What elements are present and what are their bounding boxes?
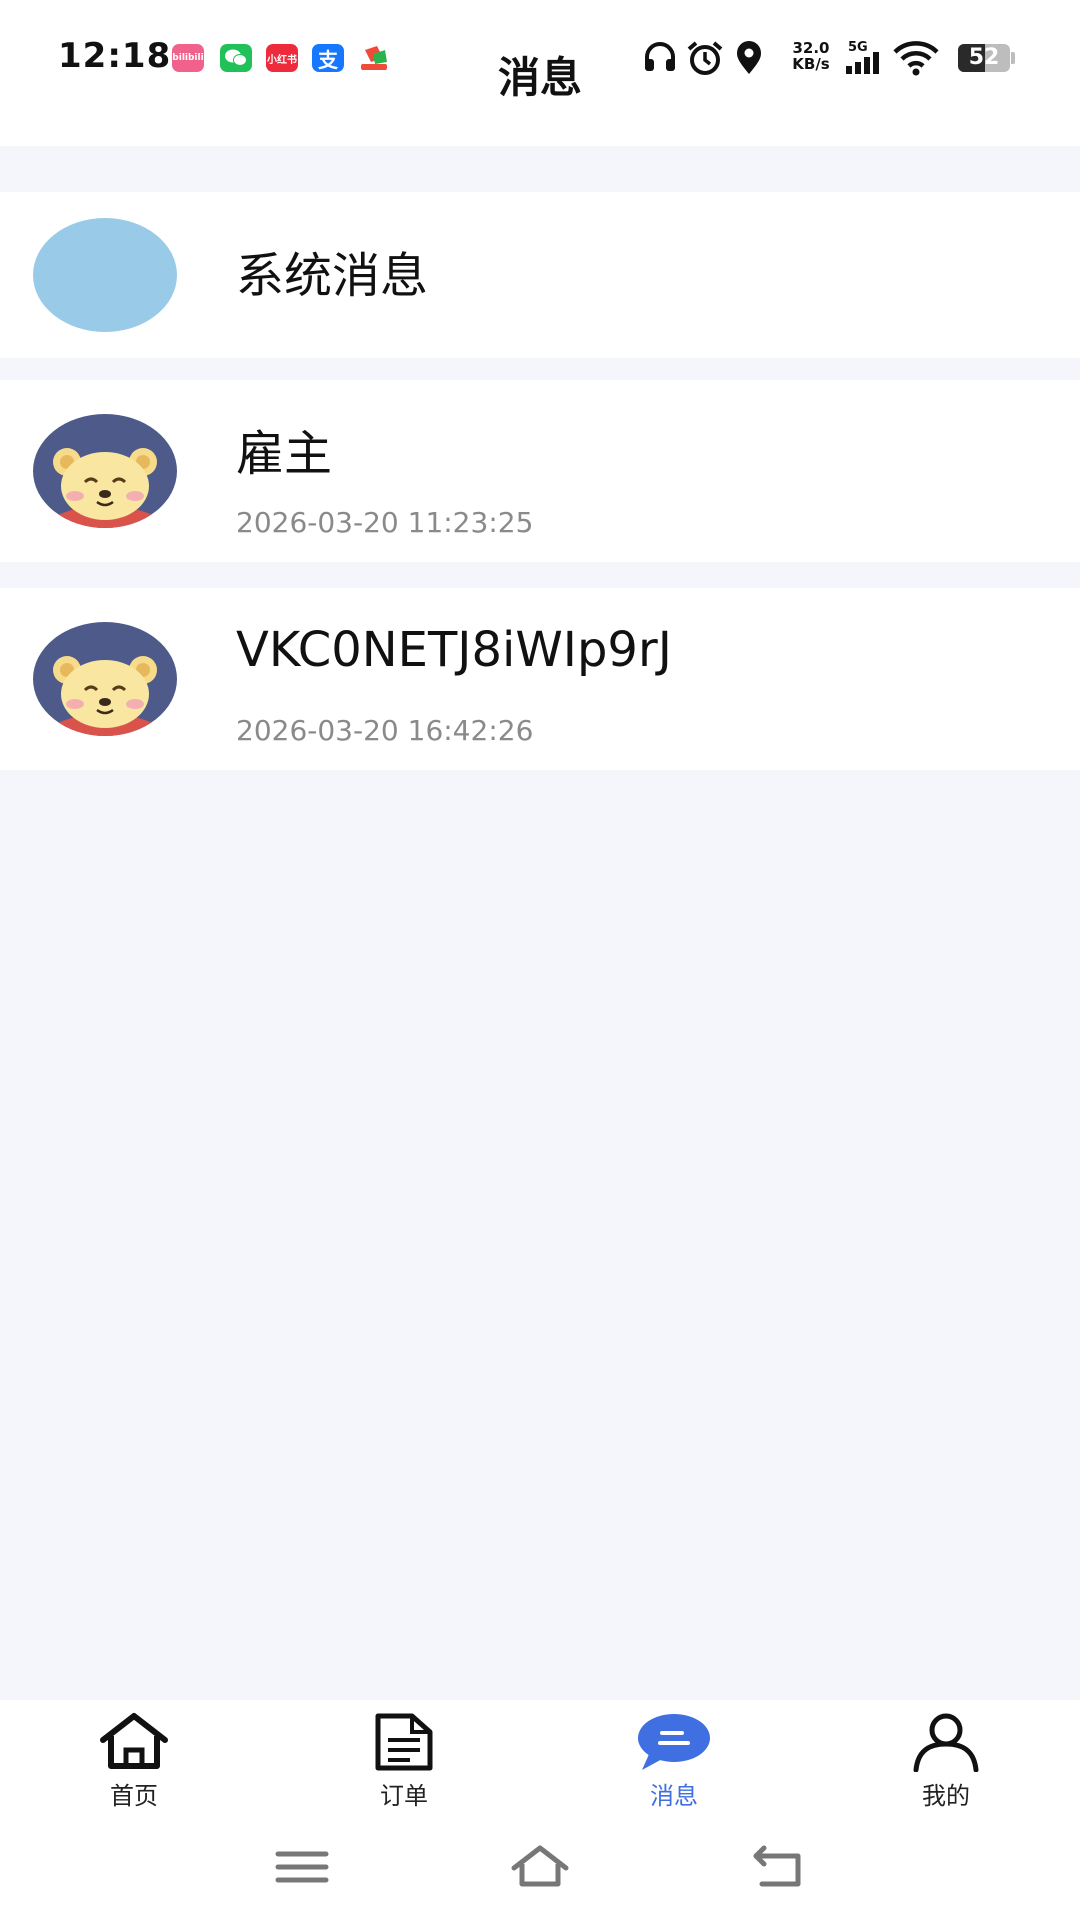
message-title: VKC0NETJ8iWIp9rJ (236, 622, 672, 678)
tab-label: 消息 (650, 1782, 698, 1810)
message-title: 系统消息 (236, 248, 429, 304)
person-icon (913, 1713, 979, 1772)
back-icon[interactable] (750, 1842, 810, 1892)
menu-icon[interactable] (272, 1842, 332, 1892)
bear-avatar (33, 622, 177, 736)
message-time: 2026-03-20 11:23:25 (236, 506, 534, 539)
alarm-icon (687, 41, 723, 75)
message-item-system[interactable]: 系统消息 (0, 192, 1080, 358)
headphones-icon (645, 42, 675, 71)
home-outline-icon[interactable] (510, 1842, 570, 1892)
document-icon (375, 1713, 433, 1771)
chat-bubble-icon (638, 1714, 710, 1770)
tab-messages[interactable]: 消息 (584, 1700, 764, 1810)
tab-orders[interactable]: 订单 (314, 1700, 494, 1810)
system-avatar (33, 218, 177, 332)
tab-label: 订单 (380, 1782, 428, 1810)
message-item[interactable]: VKC0NETJ8iWIp9rJ 2026-03-20 16:42:26 (0, 588, 1080, 770)
tab-home[interactable]: 首页 (44, 1700, 224, 1810)
battery-tip (1011, 52, 1015, 64)
tab-label: 我的 (922, 1782, 970, 1810)
battery-indicator: 52 (958, 44, 1010, 72)
location-icon (737, 41, 761, 74)
message-item[interactable]: 雇主 2026-03-20 11:23:25 (0, 380, 1080, 562)
tab-profile[interactable]: 我的 (856, 1700, 1036, 1810)
message-title: 雇主 (236, 426, 333, 482)
signal-icon (846, 52, 879, 74)
tab-label: 首页 (110, 1782, 158, 1810)
network-speed: 32.0 KB/s (792, 39, 830, 73)
battery-percent: 52 (968, 45, 1000, 70)
bear-avatar (33, 414, 177, 528)
home-icon (100, 1713, 168, 1769)
wifi-icon (893, 41, 939, 76)
message-time: 2026-03-20 16:42:26 (236, 714, 534, 747)
